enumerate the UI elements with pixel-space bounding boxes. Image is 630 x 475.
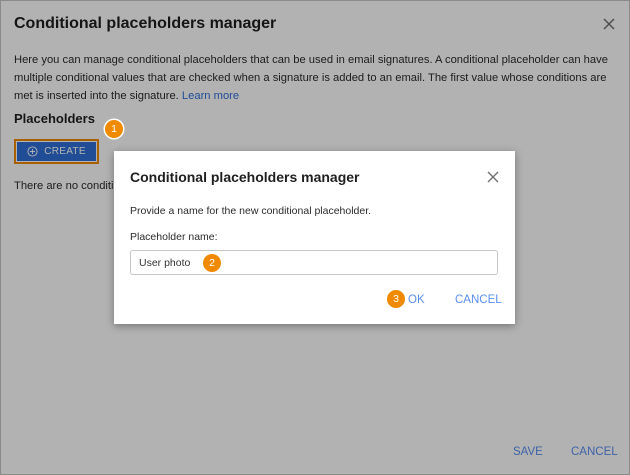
new-placeholder-dialog: Conditional placeholders manager Provide… (114, 151, 515, 324)
dialog-title: Conditional placeholders manager (130, 169, 360, 185)
dialog-cancel-button[interactable]: CANCEL (455, 294, 502, 306)
placeholder-name-input[interactable] (130, 250, 498, 275)
step-badge-3: 3 (387, 290, 405, 308)
step-badge-2: 2 (203, 254, 221, 272)
ok-button[interactable]: OK (408, 294, 425, 306)
placeholder-name-label: Placeholder name: (130, 231, 218, 243)
step-badge-1: 1 (105, 120, 123, 138)
dialog-description: Provide a name for the new conditional p… (130, 205, 372, 217)
close-icon[interactable] (484, 168, 502, 186)
placeholders-manager-window: Conditional placeholders manager Here yo… (0, 0, 630, 475)
